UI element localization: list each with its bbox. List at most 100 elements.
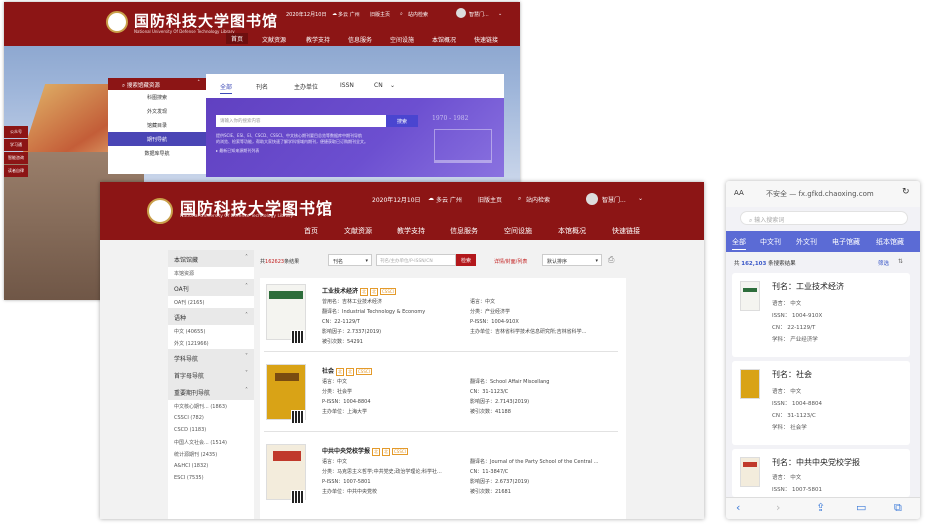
filter-item[interactable]: 中文 (40655) xyxy=(168,325,254,337)
sort-select[interactable]: 默认排序 ▾ xyxy=(542,254,602,266)
journal-card[interactable]: 刊名：中共中央党校学报 语言： 中文 ISSN： 1007-5801 xyxy=(732,449,910,497)
journal-title[interactable]: 中共中央党校学报北北 CSSCI xyxy=(322,446,408,456)
share-icon[interactable]: ⇪ xyxy=(816,501,825,514)
nav-teaching[interactable]: 教学支持 xyxy=(306,35,330,44)
chevron-down-icon[interactable]: ⌄ xyxy=(638,195,643,202)
site-search-link[interactable]: 站内检索 xyxy=(526,195,550,204)
filter-item[interactable]: CSSCI (782) xyxy=(168,412,254,424)
tab-issn[interactable]: ISSN xyxy=(340,82,354,89)
filter-group-holdings[interactable]: 本馆馆藏 ˄ xyxy=(168,250,254,267)
forward-icon[interactable]: › xyxy=(776,501,780,514)
search-input[interactable]: 请输入你的搜索内容 xyxy=(216,115,386,127)
menu-item-database-nav[interactable]: 数据库导航 xyxy=(108,146,206,160)
desc-link[interactable]: ▸ 最新已知来源期刊列表 xyxy=(216,148,416,154)
nav-services[interactable]: 信息服务 xyxy=(348,35,372,44)
library-logo-icon[interactable] xyxy=(106,11,128,33)
address-bar[interactable]: AA 不安全 — fx.gfkd.chaoxing.com ↻ xyxy=(726,181,920,207)
filter-item[interactable]: CSCD (1183) xyxy=(168,424,254,436)
text-size-button[interactable]: AA xyxy=(734,189,744,197)
old-version-link[interactable]: 旧版主页 xyxy=(370,11,390,18)
chevron-down-icon[interactable]: ⌄ xyxy=(390,82,395,89)
nav-links[interactable]: 快速链接 xyxy=(612,226,640,236)
tab-foreign[interactable]: 外文刊 xyxy=(796,237,817,247)
search-icon[interactable]: ⌕ xyxy=(518,195,521,203)
search-icon[interactable]: ⌕ xyxy=(400,11,403,17)
side-link-consult[interactable]: 智能咨询 xyxy=(4,152,28,164)
filter-item[interactable]: A&HCI (1832) xyxy=(168,460,254,472)
filter-group-core[interactable]: 重要期刊导航 ˄ xyxy=(168,383,254,400)
filter-button[interactable]: 筛选 xyxy=(878,259,889,267)
search-input[interactable]: 刊名/主办单位/P-ISSN/CN xyxy=(376,254,456,266)
journal-cover-image[interactable] xyxy=(266,444,306,504)
sort-icon[interactable]: ⇅ xyxy=(898,258,903,265)
journal-item[interactable]: 工业技术经济北北 CSSCI 曾用名：吉林工业技术经济 翻译名：Industria… xyxy=(264,278,618,352)
filter-group-initial[interactable]: 首字母导航 ˅ xyxy=(168,366,254,383)
nav-links[interactable]: 快速链接 xyxy=(474,35,498,44)
nav-space[interactable]: 空间设施 xyxy=(390,35,414,44)
filter-item[interactable]: 中国人文社会... (1514) xyxy=(168,436,254,448)
search-button[interactable]: 检索 xyxy=(456,254,476,266)
filter-item[interactable]: 本馆资源 xyxy=(168,267,254,279)
journal-card[interactable]: 刊名：社会 语言： 中文 ISSN： 1004-8804 CN： 31-1123… xyxy=(732,361,910,445)
journal-item[interactable]: 中共中央党校学报北北 CSSCI 语言：中文 分类：马克思主义哲学;中共党史;政治… xyxy=(264,438,618,512)
view-mode-toggle[interactable]: 详情/封面/列表 xyxy=(494,258,527,265)
tabs-icon[interactable]: ⧉ xyxy=(894,501,902,515)
menu-item-journal-nav[interactable]: 期刊导航 xyxy=(108,132,206,146)
nav-services[interactable]: 信息服务 xyxy=(450,226,478,236)
filter-item[interactable]: 统计源期刊 (2435) xyxy=(168,448,254,460)
menu-item-foreign-discovery[interactable]: 外文发现 xyxy=(108,104,206,118)
filter-group-oa[interactable]: OA刊 ˄ xyxy=(168,279,254,296)
journal-cover-image[interactable] xyxy=(266,284,306,344)
menu-item-catalog[interactable]: 馆藏目录 xyxy=(108,118,206,132)
library-name[interactable]: 国防科技大学图书馆 xyxy=(134,10,278,31)
filter-item[interactable]: ESCI (7535) xyxy=(168,472,254,484)
filter-item[interactable]: 外文 (121966) xyxy=(168,337,254,349)
tab-electronic[interactable]: 电子馆藏 xyxy=(832,237,860,247)
nav-resources[interactable]: 文献资源 xyxy=(344,226,372,236)
journal-title[interactable]: 刊名：中共中央党校学报 xyxy=(772,457,860,468)
journal-title[interactable]: 刊名：社会 xyxy=(772,369,812,380)
print-icon[interactable]: ⎙ xyxy=(608,255,614,265)
tab-all[interactable]: 全部 xyxy=(732,237,746,250)
nav-about[interactable]: 本馆概况 xyxy=(558,226,586,236)
user-avatar[interactable] xyxy=(456,8,466,18)
journal-cover-image[interactable] xyxy=(266,364,306,424)
user-name[interactable]: 智慧门... xyxy=(602,195,626,204)
menu-item-sci-search[interactable]: 科图搜索 xyxy=(108,90,206,104)
back-icon[interactable]: ‹ xyxy=(736,501,740,514)
nav-teaching[interactable]: 教学支持 xyxy=(397,226,425,236)
tab-chinese[interactable]: 中文刊 xyxy=(760,237,781,247)
library-logo-icon[interactable] xyxy=(147,198,173,224)
field-select[interactable]: 刊名 ▾ xyxy=(328,254,372,266)
tab-title[interactable]: 刊名 xyxy=(256,82,268,91)
side-link-reader[interactable]: 读者自律 xyxy=(4,165,28,177)
tab-cn[interactable]: CN xyxy=(374,82,383,89)
journal-cover-image[interactable] xyxy=(740,457,760,487)
tab-all[interactable]: 全部 xyxy=(220,82,233,94)
side-link-wechat[interactable]: 公众号 xyxy=(4,126,28,138)
filter-item[interactable]: OA刊 (2165) xyxy=(168,296,254,308)
filter-item[interactable]: 中文核心期刊... (1863) xyxy=(168,400,254,412)
journal-item[interactable]: 社会北北 CSSCI 语言：中文 分类：社会学 P-ISSN：1004-8804 … xyxy=(264,358,618,432)
nav-home[interactable]: 首页 xyxy=(304,226,318,236)
user-avatar[interactable] xyxy=(586,193,598,205)
journal-title[interactable]: 工业技术经济北北 CSSCI xyxy=(322,286,396,296)
chevron-down-icon[interactable]: ⌄ xyxy=(498,11,502,17)
nav-space[interactable]: 空间设施 xyxy=(504,226,532,236)
user-name[interactable]: 智慧门... xyxy=(469,11,489,18)
filter-group-subject[interactable]: 学科导航 ˅ xyxy=(168,349,254,366)
side-link-xuexitong[interactable]: 学习通 xyxy=(4,139,28,151)
nav-home[interactable]: 首页 xyxy=(226,33,249,44)
reload-icon[interactable]: ↻ xyxy=(902,187,910,197)
search-button[interactable]: 搜索 xyxy=(386,115,418,127)
journal-title[interactable]: 刊名：工业技术经济 xyxy=(772,281,844,292)
bookmarks-icon[interactable]: ▭ xyxy=(856,501,866,514)
url-text[interactable]: 不安全 — fx.gfkd.chaoxing.com xyxy=(766,189,874,199)
journal-cover-image[interactable] xyxy=(740,369,760,399)
journal-cover-image[interactable] xyxy=(740,281,760,311)
tab-print[interactable]: 纸本馆藏 xyxy=(876,237,904,247)
collection-search-header[interactable]: ⌕ 搜索馆藏资源 ˄ xyxy=(108,78,206,90)
journal-card[interactable]: 刊名：工业技术经济 语言： 中文 ISSN： 1004-910X CN： 22-… xyxy=(732,273,910,357)
old-version-link[interactable]: 旧版主页 xyxy=(478,195,502,204)
site-search-link[interactable]: 站内检索 xyxy=(408,11,428,18)
